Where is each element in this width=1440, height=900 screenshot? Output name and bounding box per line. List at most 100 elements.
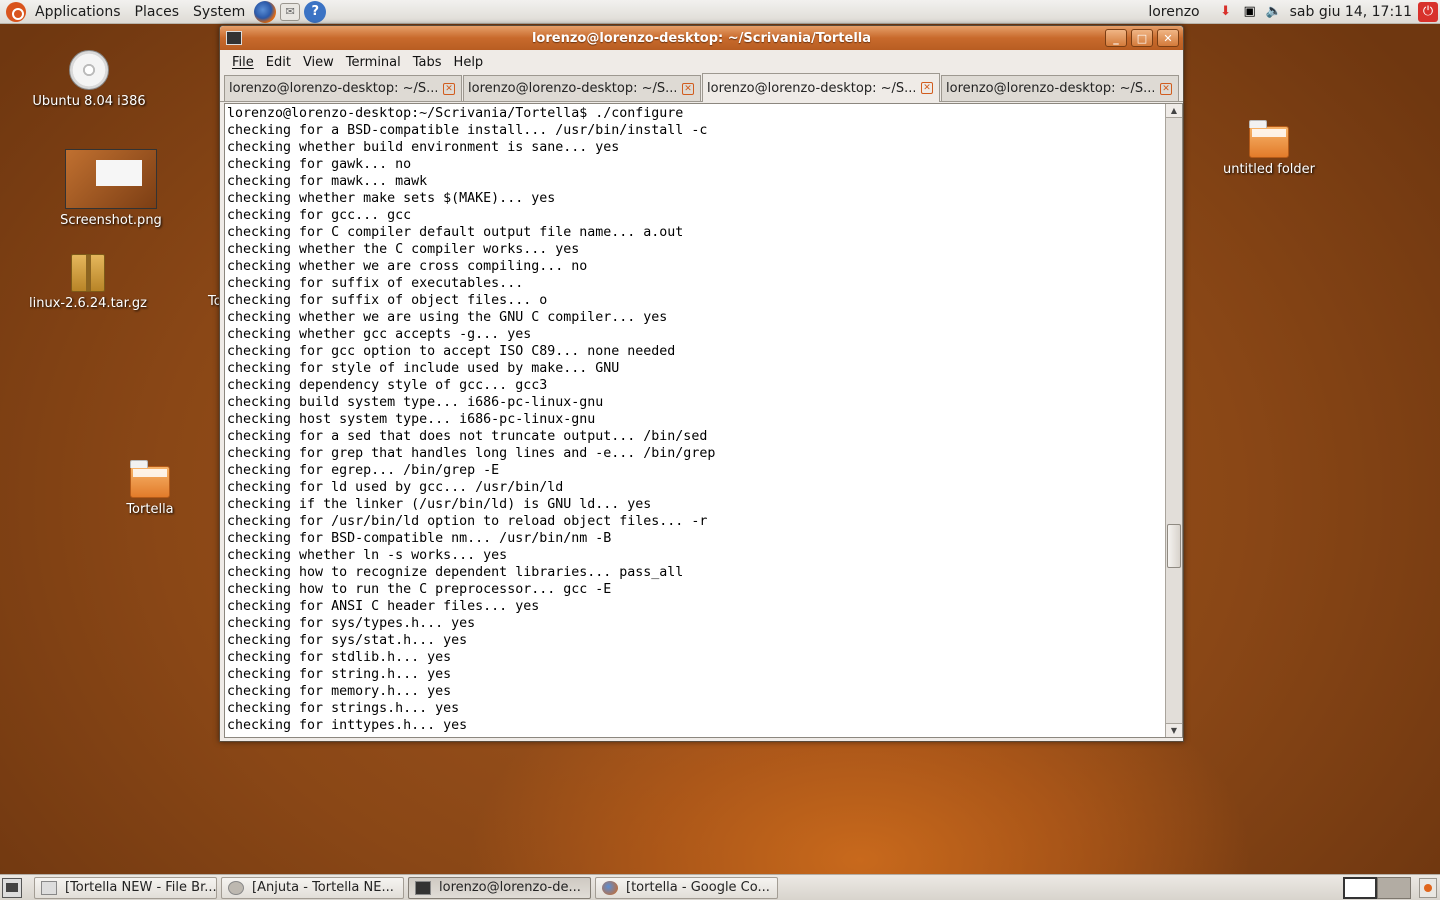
- desktop-icon-label: linux-2.6.24.tar.gz: [29, 296, 147, 311]
- help-launcher-icon[interactable]: ?: [304, 0, 327, 23]
- terminal-line: checking for C compiler default output f…: [227, 225, 684, 240]
- menu-file[interactable]: File: [226, 55, 260, 70]
- tab-label: lorenzo@lorenzo-desktop: ~/S...: [229, 81, 437, 96]
- cd-icon: [69, 50, 109, 90]
- terminal-line: checking for grep that handles long line…: [227, 446, 716, 461]
- terminal-line: checking whether we are using the GNU C …: [227, 310, 668, 325]
- tab-close-icon[interactable]: ✕: [921, 82, 933, 94]
- clock[interactable]: sab giu 14, 17:11: [1290, 4, 1412, 20]
- terminal-line: checking for a sed that does not truncat…: [227, 429, 708, 444]
- terminal-line: checking for inttypes.h... yes: [227, 718, 468, 733]
- terminal-tab-4[interactable]: lorenzo@lorenzo-desktop: ~/S... ✕: [941, 75, 1179, 101]
- terminal-line: checking for string.h... yes: [227, 667, 452, 682]
- terminal-line: checking for suffix of executables...: [227, 276, 524, 291]
- tab-label: lorenzo@lorenzo-desktop: ~/S...: [707, 80, 915, 96]
- desktop-icon-cd[interactable]: Ubuntu 8.04 i386: [24, 50, 154, 109]
- terminal-window: lorenzo@lorenzo-desktop: ~/Scrivania/Tor…: [219, 25, 1184, 742]
- show-desktop-button[interactable]: [2, 877, 22, 898]
- taskbar-item-terminal[interactable]: lorenzo@lorenzo-de...: [408, 876, 591, 899]
- image-thumbnail-icon: [65, 149, 157, 209]
- folder-icon: [130, 460, 170, 498]
- desktop-icon-label: Ubuntu 8.04 i386: [32, 94, 146, 109]
- desktop-icon-tortella[interactable]: Tortella: [85, 460, 215, 517]
- terminal-line: checking how to recognize dependent libr…: [227, 565, 684, 580]
- menubar: File Edit View Terminal Tabs Help: [220, 50, 1183, 74]
- terminal-scrollbar[interactable]: ▲ ▼: [1165, 104, 1182, 737]
- taskbar-item-label: lorenzo@lorenzo-de...: [439, 880, 581, 895]
- terminal-tab-1[interactable]: lorenzo@lorenzo-desktop: ~/S... ✕: [224, 75, 462, 101]
- tab-label: lorenzo@lorenzo-desktop: ~/S...: [946, 81, 1154, 96]
- terminal-line: checking for gcc option to accept ISO C8…: [227, 344, 676, 359]
- applications-menu[interactable]: Applications: [28, 4, 128, 20]
- scroll-down-arrow-icon[interactable]: ▼: [1166, 723, 1182, 737]
- terminal-line: lorenzo@lorenzo-desktop:~/Scrivania/Tort…: [227, 106, 684, 121]
- places-menu[interactable]: Places: [128, 4, 187, 20]
- terminal-line: checking for a BSD-compatible install...…: [227, 123, 708, 138]
- terminal-line: checking for sys/types.h... yes: [227, 616, 476, 631]
- workspace-1[interactable]: [1343, 876, 1377, 899]
- terminal-line: checking build system type... i686-pc-li…: [227, 395, 604, 410]
- menu-edit[interactable]: Edit: [260, 55, 297, 70]
- terminal-icon: [415, 880, 431, 895]
- ubuntu-logo-icon[interactable]: [6, 1, 26, 22]
- desktop-icon-label: untitled folder: [1222, 162, 1315, 177]
- workspace-switcher: [1343, 876, 1411, 899]
- terminal-line: checking for suffix of object files... o: [227, 293, 548, 308]
- terminal-line: checking for /usr/bin/ld option to reloa…: [227, 514, 708, 529]
- anjuta-icon: [228, 880, 244, 895]
- terminal-tab-3[interactable]: lorenzo@lorenzo-desktop: ~/S... ✕: [702, 73, 940, 102]
- workspace-2[interactable]: [1377, 876, 1411, 899]
- firefox-icon: [602, 880, 618, 895]
- terminal-line: checking whether ln -s works... yes: [227, 548, 508, 563]
- tab-label: lorenzo@lorenzo-desktop: ~/S...: [468, 81, 676, 96]
- window-titlebar[interactable]: lorenzo@lorenzo-desktop: ~/Scrivania/Tor…: [220, 26, 1183, 50]
- close-button[interactable]: ✕: [1157, 29, 1179, 47]
- scroll-up-arrow-icon[interactable]: ▲: [1166, 104, 1182, 118]
- terminal-line: checking for strings.h... yes: [227, 701, 460, 716]
- menu-view[interactable]: View: [297, 55, 340, 70]
- taskbar-item-firefox[interactable]: [tortella - Google Co...: [595, 876, 778, 899]
- terminal-line: checking for style of include used by ma…: [227, 361, 620, 376]
- mail-launcher-icon[interactable]: ✉: [280, 2, 301, 21]
- terminal-tab-2[interactable]: lorenzo@lorenzo-desktop: ~/S... ✕: [463, 75, 701, 101]
- taskbar-item-anjuta[interactable]: [Anjuta - Tortella NE...: [221, 876, 404, 899]
- trash-icon[interactable]: [1419, 877, 1437, 898]
- maximize-button[interactable]: □: [1131, 29, 1153, 47]
- firefox-launcher-icon[interactable]: [254, 0, 277, 23]
- terminal-line: checking whether make sets $(MAKE)... ye…: [227, 191, 556, 206]
- system-menu[interactable]: System: [186, 4, 252, 20]
- desktop-icon-archive[interactable]: linux-2.6.24.tar.gz: [23, 254, 153, 311]
- desktop-icon-screenshot[interactable]: Screenshot.png: [46, 149, 176, 228]
- terminal-line: checking for egrep... /bin/grep -E: [227, 463, 500, 478]
- terminal-line: checking for sys/stat.h... yes: [227, 633, 468, 648]
- terminal-line: checking for mawk... mawk: [227, 174, 428, 189]
- top-panel: Applications Places System ✉ ? lorenzo ⬇…: [0, 0, 1440, 24]
- taskbar-item-label: [Anjuta - Tortella NE...: [252, 880, 394, 895]
- file-browser-icon: [41, 880, 57, 895]
- tab-close-icon[interactable]: ✕: [1160, 82, 1172, 95]
- terminal-output[interactable]: lorenzo@lorenzo-desktop:~/Scrivania/Tort…: [224, 103, 1183, 738]
- tab-close-icon[interactable]: ✕: [443, 82, 455, 95]
- terminal-line: checking whether gcc accepts -g... yes: [227, 327, 532, 342]
- taskbar-item-file-browser[interactable]: [Tortella NEW - File Br...: [34, 876, 217, 899]
- desktop-icon-untitled-folder[interactable]: untitled folder: [1204, 120, 1334, 177]
- archive-icon: [71, 254, 105, 292]
- terminal-line: checking if the linker (/usr/bin/ld) is …: [227, 497, 652, 512]
- menu-terminal[interactable]: Terminal: [340, 55, 407, 70]
- minimize-button[interactable]: _: [1105, 29, 1127, 47]
- network-icon[interactable]: ▣: [1241, 3, 1259, 21]
- terminal-line: checking for BSD-compatible nm... /usr/b…: [227, 531, 612, 546]
- power-icon[interactable]: ⏻: [1418, 1, 1438, 22]
- tab-bar: lorenzo@lorenzo-desktop: ~/S... ✕ lorenz…: [220, 73, 1183, 102]
- terminal-line: checking for ANSI C header files... yes: [227, 599, 540, 614]
- terminal-line: checking for stdlib.h... yes: [227, 650, 452, 665]
- volume-icon[interactable]: 🔈: [1265, 3, 1283, 21]
- user-switcher[interactable]: lorenzo: [1148, 4, 1199, 20]
- menu-tabs[interactable]: Tabs: [407, 55, 448, 70]
- terminal-text: lorenzo@lorenzo-desktop:~/Scrivania/Tort…: [227, 105, 1159, 734]
- scrollbar-thumb[interactable]: [1167, 524, 1181, 568]
- menu-help[interactable]: Help: [448, 55, 490, 70]
- taskbar-item-label: [tortella - Google Co...: [626, 880, 770, 895]
- update-notifier-icon[interactable]: ⬇: [1217, 3, 1235, 21]
- tab-close-icon[interactable]: ✕: [682, 82, 694, 95]
